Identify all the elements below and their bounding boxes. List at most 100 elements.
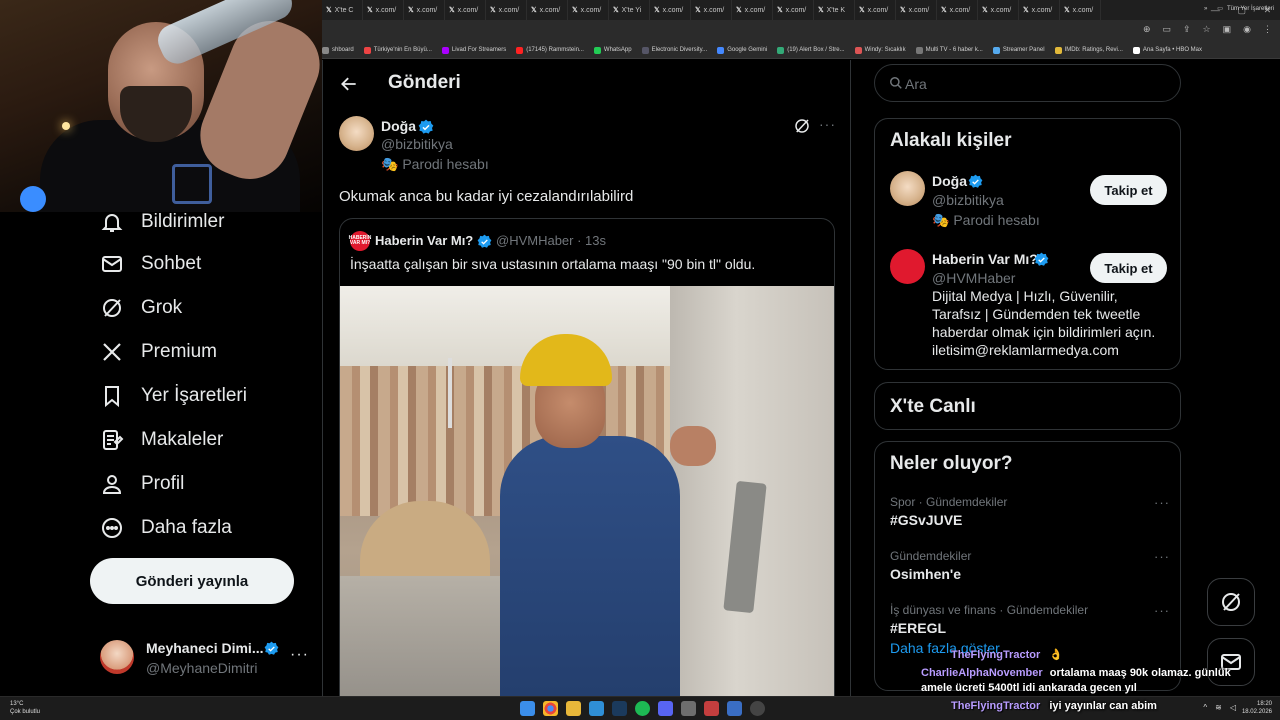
trend-item[interactable]: Spor · Gündemdekiler #GSvJUVE ··· [890, 495, 1170, 535]
star-icon[interactable]: ☆ [1203, 24, 1211, 35]
all-bookmarks-link[interactable]: Tüm Yer İşaretleri [1227, 6, 1274, 12]
nav-item-bookmarks[interactable]: Yer İşaretleri [100, 378, 247, 414]
author-name[interactable]: Doğa [381, 118, 416, 134]
follow-button[interactable]: Takip et [1090, 175, 1167, 205]
more-options-icon[interactable]: ··· [1154, 549, 1170, 564]
post-column: Gönderi Doğa @bizbitikya 🎭 Parodi hesabı… [322, 60, 851, 696]
trend-item[interactable]: Gündemdekiler Osimhen'e ··· [890, 549, 1170, 589]
grok-icon[interactable] [793, 117, 811, 135]
tab-title: x.com/ [908, 6, 930, 14]
browser-tab[interactable]: 𝕏 X'te K [814, 0, 855, 20]
profile-icon[interactable]: ◉ [1243, 24, 1251, 35]
browser-tab[interactable]: 𝕏x.com/ [1060, 0, 1101, 20]
account-switcher[interactable]: Meyhaneci Dimi... @MeyhaneDimitri ··· [100, 636, 320, 686]
live-card[interactable]: X'te Canlı [874, 382, 1181, 430]
bookmark-item[interactable]: WhatsApp [593, 46, 632, 54]
browser-tab[interactable]: 𝕏x.com/ [363, 0, 404, 20]
nav-item-grok[interactable]: Grok [100, 290, 182, 326]
quote-photo[interactable] [340, 286, 834, 696]
app-icon[interactable] [704, 701, 719, 716]
browser-tab[interactable]: 𝕏x.com/ [732, 0, 773, 20]
bookmark-item[interactable]: Windy: Sıcaklık [854, 46, 906, 54]
browser-tab[interactable]: 𝕏x.com/ [527, 0, 568, 20]
bookmark-item[interactable]: Livad For Streamers [441, 46, 506, 54]
follow-button[interactable]: Takip et [1090, 253, 1167, 283]
browser-tab[interactable]: 𝕏x.com/ [568, 0, 609, 20]
browser-tab[interactable]: 𝕏x.com/ [691, 0, 732, 20]
browser-tab[interactable]: 𝕏 X'te Yi [609, 0, 650, 20]
related-person[interactable]: Haberin Var Mı? @HVMHaber Dijital Medya … [890, 249, 1170, 359]
quoted-post[interactable]: HABERİN VAR MI? Haberin Var Mı? @HVMHabe… [339, 218, 835, 696]
related-person[interactable]: Doğa @bizbitikya 🎭 Parodi hesabı Takip e… [890, 171, 1170, 231]
bookmark-item[interactable]: Ana Sayfa • HBO Max [1132, 46, 1202, 54]
more-options-icon[interactable]: ··· [1154, 603, 1170, 618]
browser-tab[interactable]: 𝕏x.com/ [1019, 0, 1060, 20]
browser-tab[interactable]: 𝕏 X'te C [322, 0, 363, 20]
discord-icon[interactable] [658, 701, 673, 716]
browser-tab[interactable]: 𝕏x.com/ [404, 0, 445, 20]
more-options-icon[interactable]: ··· [1154, 495, 1170, 510]
browser-tab[interactable]: 𝕏x.com/ [937, 0, 978, 20]
nav-item-articles[interactable]: Makaleler [100, 422, 223, 458]
author-handle[interactable]: @bizbitikya [381, 136, 453, 152]
nav-item-chat[interactable]: Sohbet [100, 246, 201, 282]
nav-item-premium[interactable]: Premium [100, 334, 217, 370]
trend-topic: Osimhen'e [890, 566, 962, 582]
chat-message: CharlieAlphaNovember ortalama maaş 90k o… [921, 666, 1251, 696]
app-icon[interactable] [727, 701, 742, 716]
more-options-icon[interactable]: ··· [819, 116, 836, 132]
tray-chevron-icon[interactable]: ^ [1203, 703, 1207, 712]
avatar[interactable] [339, 116, 374, 151]
volume-icon[interactable]: ◁ [1230, 703, 1236, 712]
search-input[interactable]: Ara [874, 64, 1181, 102]
menu-icon[interactable]: ⋮ [1263, 24, 1272, 35]
bookmark-item[interactable]: Türkiye'nin En Büyü... [363, 46, 432, 54]
account-more-icon[interactable]: ··· [290, 646, 309, 664]
browser-tab[interactable]: 𝕏x.com/ [896, 0, 937, 20]
zoom-icon[interactable]: ⊕ [1143, 24, 1151, 35]
browser-tab[interactable]: 𝕏x.com/ [445, 0, 486, 20]
cast-icon[interactable]: ▭ [1162, 24, 1171, 35]
nav-item-more[interactable]: Daha fazla [100, 510, 232, 546]
browser-tab[interactable]: 𝕏x.com/ [650, 0, 691, 20]
bookmark-item[interactable]: Streamer Panel [992, 46, 1045, 54]
extensions-icon[interactable]: ▣ [1223, 24, 1232, 35]
nav-item-notifications[interactable]: Bildirimler [100, 204, 224, 240]
app-icon[interactable] [681, 701, 696, 716]
browser-tab[interactable]: 𝕏x.com/ [855, 0, 896, 20]
back-arrow-icon[interactable] [339, 74, 359, 94]
weather-widget[interactable]: 13°C Çok bulutlu [10, 700, 40, 716]
x-logo-icon: 𝕏 [818, 7, 824, 14]
wifi-icon[interactable]: ≋ [1215, 703, 1222, 712]
steam-icon[interactable] [612, 701, 627, 716]
verified-badge-icon [1034, 252, 1049, 266]
bookmark-item[interactable]: (19) Alert Box / Stre... [777, 46, 845, 54]
bookmarks-bar: shboard Türkiye'nin En Büyü... Livad For S… [322, 42, 1280, 59]
browser-tab[interactable]: 𝕏x.com/ [978, 0, 1019, 20]
x-logo-icon: 𝕏 [408, 7, 414, 14]
bookmark-item[interactable]: shboard [322, 46, 354, 54]
chat-username: TheFlyingTractor [951, 649, 1041, 661]
nav-item-profile[interactable]: Profil [100, 466, 184, 502]
trend-item[interactable]: İş dünyası ve finans · Gündemdekiler #ER… [890, 603, 1170, 643]
edge-icon[interactable] [589, 701, 604, 716]
clock[interactable]: 18:20 18.02.2026 [1242, 700, 1272, 716]
more-bookmarks-icon[interactable]: » [1204, 6, 1207, 12]
spotify-icon[interactable] [635, 701, 650, 716]
obs-icon[interactable] [750, 701, 765, 716]
start-icon[interactable] [520, 701, 535, 716]
bookmark-item[interactable]: IMDb: Ratings, Revi... [1054, 46, 1123, 54]
grok-float-button[interactable] [1207, 578, 1255, 626]
bookmark-item[interactable]: Electronic Diversity... [641, 46, 707, 54]
share-icon[interactable]: ⇪ [1183, 24, 1191, 35]
bookmark-item[interactable]: Multi TV - 6 haber k... [915, 46, 983, 54]
post-button[interactable]: Gönderi yayınla [90, 558, 294, 604]
chrome-icon[interactable] [543, 701, 558, 716]
browser-tab[interactable]: 𝕏x.com/ [773, 0, 814, 20]
browser-tab[interactable]: 𝕏x.com/ [486, 0, 527, 20]
trend-category: İş dünyası ve finans · Gündemdekiler [890, 603, 1089, 617]
search-placeholder: Ara [905, 76, 927, 92]
folder-icon[interactable] [566, 701, 581, 716]
bookmark-item[interactable]: Google Gemini [717, 46, 767, 54]
bookmark-item[interactable]: (17145) Rammstein... [516, 46, 584, 54]
